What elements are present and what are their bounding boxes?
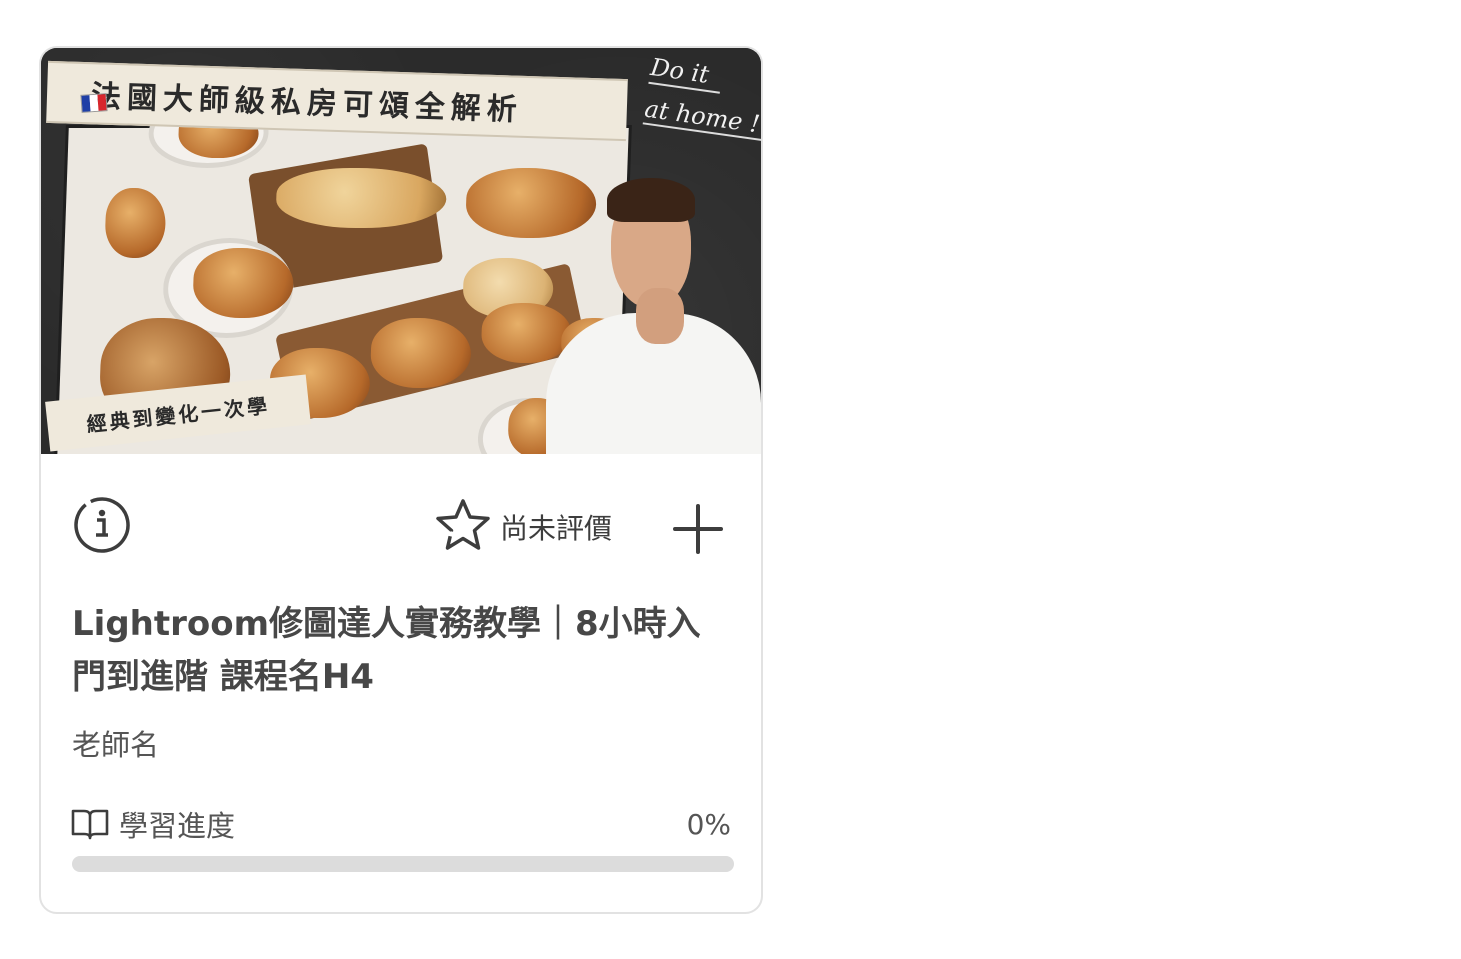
- pastry: [464, 168, 598, 238]
- progress-row: 學習進度 0%: [71, 804, 731, 844]
- course-title[interactable]: Lightroom修圖達人實務教學｜8小時入門到進階 課程名H4: [72, 598, 732, 704]
- star-icon: [434, 498, 492, 556]
- france-flag-icon: [80, 93, 108, 113]
- rating-label: 尚未評價: [500, 512, 613, 545]
- rating-button[interactable]: 尚未評價: [434, 498, 613, 556]
- pastry: [104, 188, 167, 258]
- chef-hair: [607, 178, 695, 222]
- chef-hand: [636, 288, 684, 344]
- pastry: [275, 168, 448, 228]
- course-cover-image[interactable]: 法國大師級私房可頌全解析 經典到變化一次學 Do it at home !: [41, 48, 761, 454]
- pastry: [192, 248, 295, 318]
- info-icon[interactable]: [73, 496, 131, 554]
- course-card[interactable]: 法國大師級私房可頌全解析 經典到變化一次學 Do it at home ! 尚未…: [39, 46, 763, 914]
- teacher-name[interactable]: 老師名: [72, 722, 159, 764]
- progress-label: 學習進度: [119, 809, 236, 843]
- pastry: [480, 303, 573, 363]
- book-icon: [71, 807, 109, 841]
- progress-percent: 0%: [686, 807, 731, 841]
- pastry: [369, 318, 473, 388]
- plus-icon[interactable]: [671, 502, 725, 556]
- progress-bar: [72, 856, 734, 872]
